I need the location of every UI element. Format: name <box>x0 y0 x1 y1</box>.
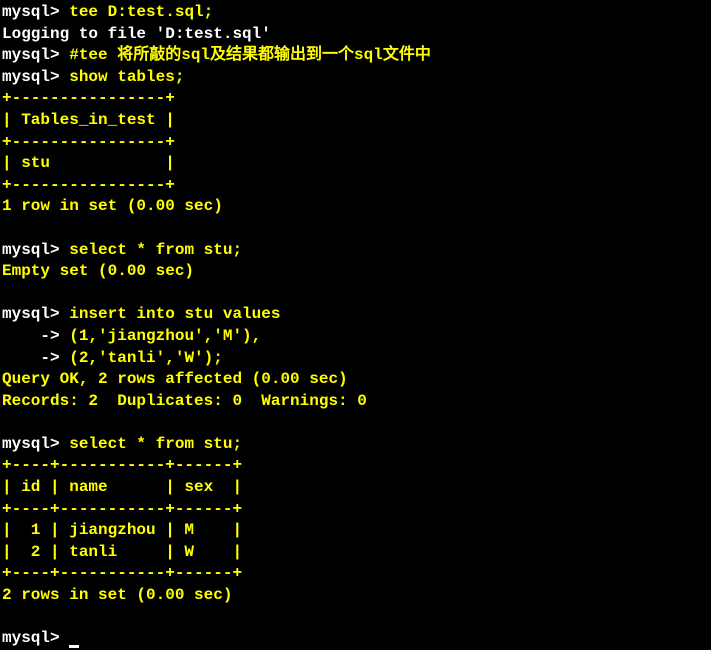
cont-prompt: -> <box>2 349 69 367</box>
table-row: | 1 | jiangzhou | M | <box>2 520 711 542</box>
blank-line <box>2 607 711 629</box>
table-row: | stu | <box>2 153 711 175</box>
table-border: +----+-----------+------+ <box>2 563 711 585</box>
blank-line <box>2 283 711 305</box>
table-border: +----+-----------+------+ <box>2 499 711 521</box>
result-records: Records: 2 Duplicates: 0 Warnings: 0 <box>2 391 711 413</box>
cont-prompt: -> <box>2 327 69 345</box>
result-empty: Empty set (0.00 sec) <box>2 261 711 283</box>
mysql-prompt: mysql> <box>2 3 69 21</box>
cmd-text: (1,'jiangzhou','M'), <box>69 327 261 345</box>
cmd-text: tee D:test.sql; <box>69 3 213 21</box>
cmd-text: select * from stu; <box>69 241 242 259</box>
result-summary: 1 row in set (0.00 sec) <box>2 196 711 218</box>
blank-line <box>2 218 711 240</box>
table-header: | id | name | sex | <box>2 477 711 499</box>
cmd-line-tee: mysql> tee D:test.sql; <box>2 2 711 24</box>
result-queryok: Query OK, 2 rows affected (0.00 sec) <box>2 369 711 391</box>
table-header: | Tables_in_test | <box>2 110 711 132</box>
cmd-text: #tee 将所敲的sql及结果都输出到一个sql文件中 <box>69 46 431 64</box>
cmd-text: insert into stu values <box>69 305 280 323</box>
cursor-icon <box>69 645 79 648</box>
table-border: +----+-----------+------+ <box>2 455 711 477</box>
table-border: +----------------+ <box>2 175 711 197</box>
cmd-line-current[interactable]: mysql> <box>2 628 711 650</box>
result-summary: 2 rows in set (0.00 sec) <box>2 585 711 607</box>
mysql-prompt: mysql> <box>2 435 69 453</box>
mysql-prompt: mysql> <box>2 241 69 259</box>
blank-line <box>2 412 711 434</box>
table-row: | 2 | tanli | W | <box>2 542 711 564</box>
table-border: +----------------+ <box>2 88 711 110</box>
cmd-text: show tables; <box>69 68 184 86</box>
cmd-line-comment: mysql> #tee 将所敲的sql及结果都输出到一个sql文件中 <box>2 45 711 67</box>
terminal-window[interactable]: mysql> tee D:test.sql; Logging to file '… <box>2 2 711 650</box>
mysql-prompt: mysql> <box>2 46 69 64</box>
cmd-line-select1: mysql> select * from stu; <box>2 240 711 262</box>
cmd-line-insert-cont1: -> (1,'jiangzhou','M'), <box>2 326 711 348</box>
cmd-line-insert-cont2: -> (2,'tanli','W'); <box>2 348 711 370</box>
cmd-line-insert: mysql> insert into stu values <box>2 304 711 326</box>
mysql-prompt: mysql> <box>2 629 69 647</box>
cmd-line-select2: mysql> select * from stu; <box>2 434 711 456</box>
table-border: +----------------+ <box>2 132 711 154</box>
mysql-prompt: mysql> <box>2 305 69 323</box>
mysql-prompt: mysql> <box>2 68 69 86</box>
cmd-text: select * from stu; <box>69 435 242 453</box>
cmd-line-showtables: mysql> show tables; <box>2 67 711 89</box>
output-logging: Logging to file 'D:test.sql' <box>2 24 711 46</box>
cmd-text: (2,'tanli','W'); <box>69 349 223 367</box>
